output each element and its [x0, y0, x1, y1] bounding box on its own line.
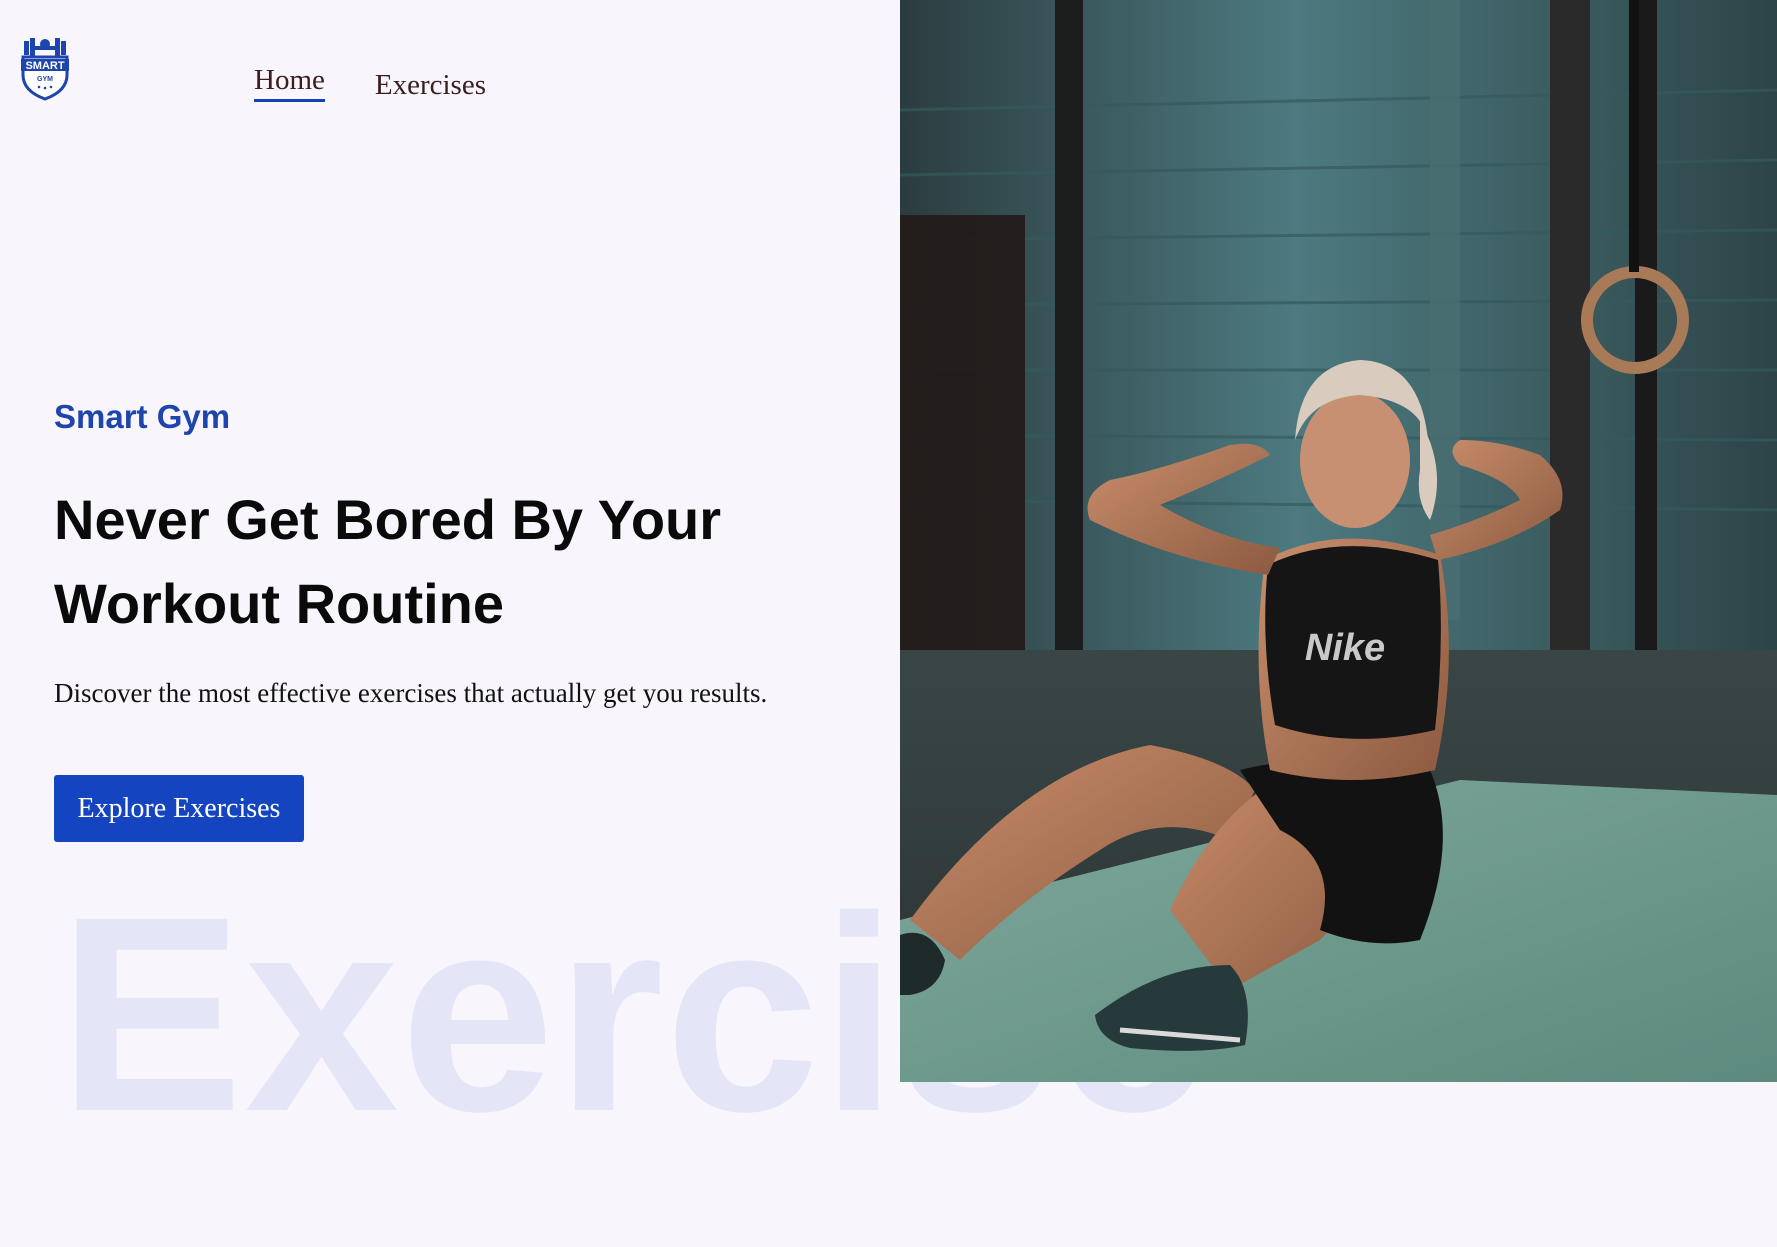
shirt-print-text: Nike	[1305, 627, 1385, 669]
nav-link-home[interactable]: Home	[254, 64, 325, 102]
hero-headline-line1: Never Get Bored By Your	[54, 488, 722, 551]
gym-photo-illustration: Nike	[900, 0, 1777, 1082]
logo-badge-icon: SMART GYM	[21, 38, 69, 101]
main-nav: Home Exercises	[254, 64, 486, 104]
smart-gym-logo[interactable]: SMART GYM	[18, 35, 69, 101]
logo-text-smart: SMART	[25, 60, 64, 72]
hero-headline: Never Get Bored By Your Workout Routine	[54, 478, 854, 646]
hero-banner-image: Nike	[900, 0, 1777, 1082]
nav-link-exercises[interactable]: Exercises	[375, 69, 486, 104]
explore-exercises-button[interactable]: Explore Exercises	[54, 775, 304, 842]
hero-description: Discover the most effective exercises th…	[54, 678, 768, 708]
logo-text-gym: GYM	[37, 76, 53, 83]
brand-subtitle: Smart Gym	[54, 398, 231, 435]
hero-headline-line2: Workout Routine	[54, 572, 505, 635]
